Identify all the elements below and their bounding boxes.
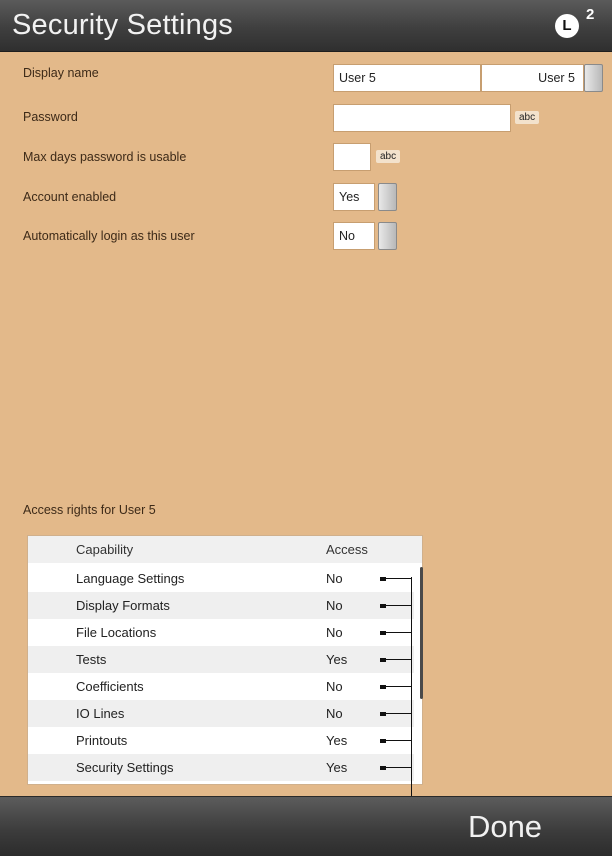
- access-rights-table[interactable]: Capability Access Language Settings No D…: [27, 535, 423, 785]
- access-cell: No: [326, 625, 343, 640]
- access-rights-title: Access rights for User 5: [23, 503, 156, 517]
- capability-column-header: Capability: [76, 542, 134, 557]
- access-cell: No: [326, 706, 343, 721]
- table-scrollbar[interactable]: [420, 567, 423, 699]
- access-cell: No: [326, 571, 343, 586]
- capability-cell: Display Formats: [76, 598, 170, 613]
- capability-cell: Printouts: [76, 733, 128, 748]
- row-connector-line: [386, 605, 412, 606]
- row-connector-line: [386, 740, 412, 741]
- access-cell: No: [326, 598, 343, 613]
- user-selector-button[interactable]: [584, 64, 603, 92]
- access-cell: Yes: [326, 760, 348, 775]
- row-connector-line: [386, 713, 412, 714]
- user-selector[interactable]: User 5: [481, 64, 584, 92]
- access-cell: Yes: [326, 733, 348, 748]
- access-level-icon: L: [555, 14, 579, 38]
- table-row[interactable]: Printouts Yes: [28, 727, 414, 754]
- access-cell: Yes: [326, 652, 348, 667]
- auto-login-label: Automatically login as this user: [23, 229, 195, 243]
- table-row[interactable]: IO Lines No: [28, 700, 414, 727]
- row-connector-line: [386, 767, 412, 768]
- capability-cell: Language Settings: [76, 571, 185, 586]
- table-row[interactable]: File Locations No: [28, 619, 414, 646]
- max-days-keyboard-hint[interactable]: abc: [376, 150, 401, 163]
- max-days-label: Max days password is usable: [23, 150, 187, 164]
- table-row[interactable]: Display Formats No: [28, 592, 414, 619]
- access-cell: No: [326, 679, 343, 694]
- access-level-number: 2: [586, 6, 595, 23]
- title-bar: Security Settings L 2: [0, 0, 612, 52]
- account-enabled-value[interactable]: Yes: [333, 183, 375, 211]
- table-row[interactable]: Language Settings No: [28, 565, 414, 592]
- capability-cell: File Locations: [76, 625, 157, 640]
- row-connector-line: [386, 578, 412, 579]
- password-keyboard-hint[interactable]: abc: [515, 111, 540, 124]
- table-row[interactable]: Coefficients No: [28, 673, 414, 700]
- auto-login-value[interactable]: No: [333, 222, 375, 250]
- password-label: Password: [23, 110, 78, 124]
- account-enabled-toggle[interactable]: [378, 183, 397, 211]
- capability-cell: IO Lines: [76, 706, 125, 721]
- max-days-input[interactable]: [333, 143, 371, 171]
- row-connector-line: [386, 686, 412, 687]
- page-title: Security Settings: [12, 9, 233, 41]
- display-name-input[interactable]: User 5: [333, 64, 481, 92]
- row-connector-line: [386, 659, 412, 660]
- table-row[interactable]: Security Settings Yes: [28, 754, 414, 781]
- display-name-label: Display name: [23, 66, 99, 80]
- row-connector-line: [386, 632, 412, 633]
- done-button[interactable]: Done: [430, 800, 580, 854]
- password-input[interactable]: [333, 104, 511, 132]
- capability-cell: Tests: [76, 652, 107, 667]
- capability-cell: Security Settings: [76, 760, 174, 775]
- table-header: Capability Access: [28, 536, 422, 563]
- access-column-header: Access: [326, 542, 368, 557]
- capability-cell: Coefficients: [76, 679, 144, 694]
- table-row[interactable]: Tests Yes: [28, 646, 414, 673]
- account-enabled-label: Account enabled: [23, 190, 117, 204]
- auto-login-toggle[interactable]: [378, 222, 397, 250]
